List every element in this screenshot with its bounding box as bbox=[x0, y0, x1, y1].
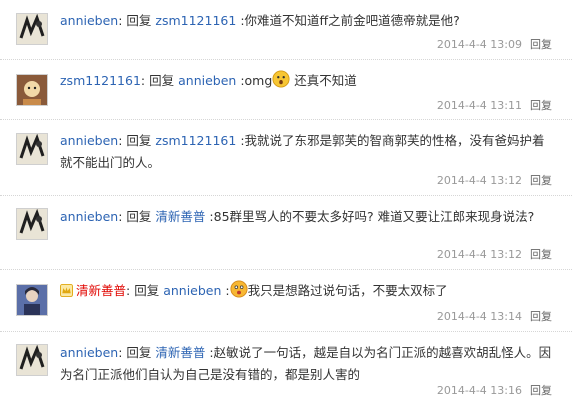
comment-item: 清新善普: 回复 annieben : 我只是想路过说句话，不要太双标了 201… bbox=[0, 270, 572, 332]
comment-text: :omg bbox=[240, 73, 273, 88]
reply-keyword: 回复 bbox=[126, 13, 152, 28]
comment-time: 2014-4-4 13:11 bbox=[436, 99, 522, 112]
comment-item: zsm1121161: 回复 annieben :omg 还真不知道 2014-… bbox=[0, 60, 572, 120]
reply-target-username[interactable]: 清新善普 bbox=[155, 345, 205, 360]
comment-meta: 2014-4-4 13:11 回复 bbox=[437, 97, 552, 113]
avatar[interactable] bbox=[16, 133, 48, 165]
surprised-face-icon bbox=[272, 70, 290, 88]
comment-meta: 2014-4-4 13:14 回复 bbox=[437, 308, 552, 324]
comment-meta: 2014-4-4 13:09 回复 bbox=[437, 36, 552, 52]
comment-username[interactable]: annieben bbox=[60, 13, 118, 28]
comment-body: annieben: 回复 清新善普 :赵敏说了一句话，越是自以为名门正派的越喜欢… bbox=[60, 345, 552, 382]
reply-keyword: 回复 bbox=[126, 209, 152, 224]
comment-body: annieben: 回复 zsm1121161 :你难道不知道ff之前金吧道德帝… bbox=[60, 13, 460, 28]
avatar[interactable] bbox=[16, 13, 48, 45]
avatar-ink-icon bbox=[17, 345, 47, 375]
comment-text: : bbox=[221, 283, 230, 298]
avatar-ink-icon bbox=[17, 14, 47, 44]
comment-text-suffix: 还真不知道 bbox=[290, 73, 357, 88]
avatar[interactable] bbox=[16, 208, 48, 240]
reply-target-username[interactable]: zsm1121161 bbox=[155, 13, 236, 28]
comment-body: annieben: 回复 清新善普 :85群里骂人的不要太多好吗? 难道又要让江… bbox=[60, 209, 535, 224]
comment-body: annieben: 回复 zsm1121161 :我就说了东邪是郭芙的智商郭芙的… bbox=[60, 133, 545, 170]
reply-target-username[interactable]: zsm1121161 bbox=[155, 133, 236, 148]
shocked-face-icon bbox=[230, 280, 248, 298]
comment-item: annieben: 回复 清新善普 :85群里骂人的不要太多好吗? 难道又要让江… bbox=[0, 196, 572, 270]
avatar[interactable] bbox=[16, 344, 48, 376]
avatar-ink-icon bbox=[17, 134, 47, 164]
reply-button[interactable]: 回复 bbox=[530, 174, 552, 187]
reply-button[interactable]: 回复 bbox=[530, 384, 552, 397]
comment-meta: 2014-4-4 13:16 回复 bbox=[437, 382, 552, 398]
comment-time: 2014-4-4 13:16 bbox=[436, 384, 522, 397]
reply-keyword: 回复 bbox=[149, 73, 175, 88]
comment-text-suffix: 我只是想路过说句话，不要太双标了 bbox=[247, 283, 448, 298]
comment-meta: 2014-4-4 13:12 回复 bbox=[437, 246, 552, 262]
comment-username[interactable]: zsm1121161 bbox=[60, 73, 141, 88]
reply-button[interactable]: 回复 bbox=[530, 310, 552, 323]
reply-keyword: 回复 bbox=[134, 283, 160, 298]
reply-button[interactable]: 回复 bbox=[530, 99, 552, 112]
comment-body: 清新善普: 回复 annieben : 我只是想路过说句话，不要太双标了 bbox=[60, 280, 552, 302]
vip-crown-icon bbox=[60, 284, 73, 297]
reply-target-username[interactable]: annieben bbox=[178, 73, 236, 88]
avatar-cartoon-icon bbox=[17, 75, 47, 105]
comment-time: 2014-4-4 13:09 bbox=[436, 38, 522, 51]
reply-keyword: 回复 bbox=[126, 133, 152, 148]
comment-item: annieben: 回复 zsm1121161 :我就说了东邪是郭芙的智商郭芙的… bbox=[0, 120, 572, 196]
comment-thread: annieben: 回复 zsm1121161 :你难道不知道ff之前金吧道德帝… bbox=[0, 0, 572, 406]
avatar-character-icon bbox=[17, 285, 47, 315]
avatar[interactable] bbox=[16, 284, 48, 316]
comment-time: 2014-4-4 13:12 bbox=[436, 248, 522, 261]
reply-button[interactable]: 回复 bbox=[530, 38, 552, 51]
comment-time: 2014-4-4 13:12 bbox=[436, 174, 522, 187]
comment-meta: 2014-4-4 13:12 回复 bbox=[437, 172, 552, 188]
comment-username[interactable]: 清新善普 bbox=[76, 283, 126, 298]
avatar[interactable] bbox=[16, 74, 48, 106]
comment-username[interactable]: annieben bbox=[60, 133, 118, 148]
comment-username[interactable]: annieben bbox=[60, 345, 118, 360]
comment-time: 2014-4-4 13:14 bbox=[436, 310, 522, 323]
comment-body: zsm1121161: 回复 annieben :omg 还真不知道 bbox=[60, 70, 552, 92]
reply-target-username[interactable]: annieben bbox=[163, 283, 221, 298]
reply-button[interactable]: 回复 bbox=[530, 248, 552, 261]
reply-keyword: 回复 bbox=[126, 345, 152, 360]
comment-username[interactable]: annieben bbox=[60, 209, 118, 224]
comment-text: :你难道不知道ff之前金吧道德帝就是他? bbox=[240, 13, 460, 28]
comment-item: annieben: 回复 清新善普 :赵敏说了一句话，越是自以为名门正派的越喜欢… bbox=[0, 332, 572, 406]
comment-text: :85群里骂人的不要太多好吗? 难道又要让江郎来现身说法? bbox=[209, 209, 535, 224]
reply-target-username[interactable]: 清新善普 bbox=[155, 209, 205, 224]
comment-item: annieben: 回复 zsm1121161 :你难道不知道ff之前金吧道德帝… bbox=[0, 0, 572, 60]
avatar-ink-icon bbox=[17, 209, 47, 239]
